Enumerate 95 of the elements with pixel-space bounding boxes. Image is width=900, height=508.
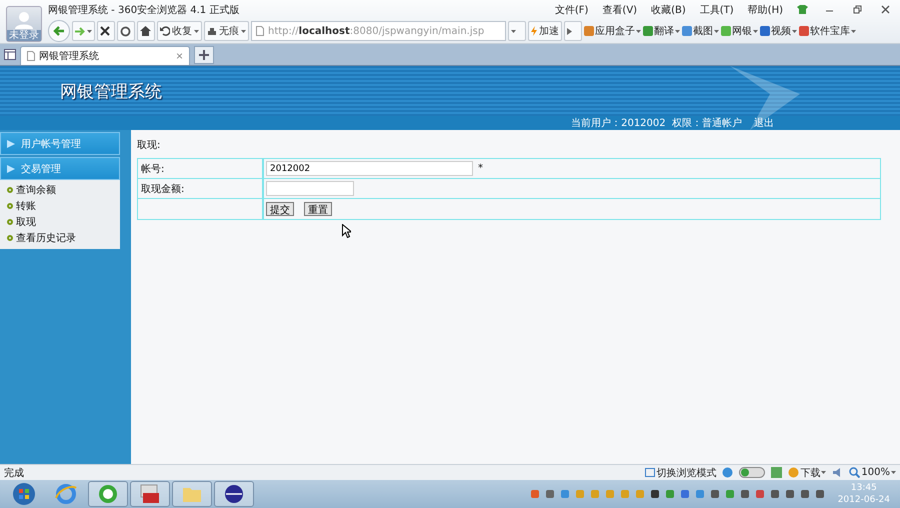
play-icon xyxy=(567,28,572,34)
tab-close-button[interactable]: × xyxy=(176,49,183,63)
back-button[interactable] xyxy=(48,20,70,42)
tray-icon[interactable] xyxy=(650,489,660,499)
submenu-item[interactable]: 取现 xyxy=(0,214,120,230)
sphere-icon xyxy=(223,483,245,505)
zoom-button[interactable]: 100% xyxy=(849,467,896,478)
input-field[interactable] xyxy=(266,181,354,196)
user-info: 当前用户：2012002 权限：普通帐户 xyxy=(571,116,742,130)
app-title: 网银管理系统 xyxy=(60,80,162,102)
sidebar-toggle-icon[interactable] xyxy=(4,49,16,60)
reset-button[interactable]: 重置 xyxy=(304,202,332,216)
toolbar-item[interactable]: 翻译 xyxy=(643,24,680,38)
tray-icon[interactable] xyxy=(544,489,555,499)
browse-mode-button[interactable]: 切换浏览模式 xyxy=(645,466,716,480)
window-title: 网银管理系统 - 360安全浏览器 4.1 正式版 xyxy=(48,4,240,16)
dropdown-button[interactable] xyxy=(508,21,526,41)
page-heading: 取现: xyxy=(137,139,162,153)
accelerate-button[interactable]: 加速 xyxy=(528,21,562,41)
plus-icon xyxy=(199,50,209,60)
stamp-icon xyxy=(207,26,217,36)
submenu-item[interactable]: 查询余额 xyxy=(0,182,120,198)
tray-icon[interactable] xyxy=(814,489,825,499)
private-mode-button[interactable]: 无痕 xyxy=(204,21,249,41)
caret-icon xyxy=(636,30,641,32)
status-text: 完成 xyxy=(4,466,24,480)
logout-link[interactable]: 退出 xyxy=(754,116,774,130)
page-icon xyxy=(27,51,35,61)
taskbar-app[interactable] xyxy=(130,481,170,507)
toolbar-item[interactable]: 视频 xyxy=(760,24,797,38)
arrow-graphic xyxy=(730,66,800,130)
login-label: 未登录 xyxy=(7,30,41,41)
go-button[interactable] xyxy=(564,21,582,41)
caret-icon xyxy=(821,471,826,474)
caret-icon xyxy=(675,30,680,32)
tray-icon[interactable] xyxy=(784,489,795,499)
toolbar-item[interactable]: 截图 xyxy=(682,24,719,38)
caret-icon xyxy=(753,30,758,32)
page-icon xyxy=(256,26,264,36)
field-label: 帐号: xyxy=(138,159,264,178)
tray-icon[interactable] xyxy=(770,489,780,499)
home-icon xyxy=(140,26,151,36)
toolbar-item[interactable]: 应用盒子 xyxy=(584,24,641,38)
restore-icon xyxy=(852,4,862,14)
submit-button[interactable]: 提交 xyxy=(266,202,294,216)
toolbar-item[interactable]: 软件宝库 xyxy=(799,24,856,38)
field-label: 取现金额: xyxy=(138,179,264,198)
caret-icon xyxy=(87,30,92,32)
submenu-item[interactable]: 转账 xyxy=(0,198,120,214)
restore-tabs-button[interactable]: 收复 xyxy=(157,21,202,41)
home-button[interactable] xyxy=(137,21,155,41)
address-field[interactable]: http://localhost:8080/jspwangyin/main.jsp xyxy=(251,21,506,41)
tray-icon[interactable] xyxy=(740,489,750,499)
caret-icon xyxy=(851,30,856,32)
undo-icon xyxy=(160,26,170,36)
caret-icon xyxy=(792,30,797,32)
caret-icon xyxy=(194,30,199,32)
caret-icon xyxy=(241,30,246,32)
menu-item[interactable]: 查看(V) xyxy=(602,2,638,16)
toolbar-item[interactable]: 网银 xyxy=(721,24,758,38)
download-button[interactable]: 下载 xyxy=(788,466,826,480)
back-arrow-icon xyxy=(53,26,65,36)
browser-e-icon xyxy=(55,483,77,505)
menu-item[interactable]: 收藏(B) xyxy=(651,2,686,16)
submenu-item[interactable]: 查看历史记录 xyxy=(0,230,120,246)
tray-icon[interactable] xyxy=(800,489,810,499)
magnifier-icon xyxy=(849,467,860,478)
input-field[interactable]: 2012002 xyxy=(266,161,473,176)
new-tab-button[interactable] xyxy=(194,46,214,64)
forward-arrow-icon xyxy=(75,26,85,36)
triangle-icon xyxy=(7,140,15,148)
menu-item[interactable]: 工具(T) xyxy=(700,2,734,16)
browser-tab[interactable]: 网银管理系统 × xyxy=(20,46,190,65)
stop-icon xyxy=(100,26,110,36)
caret-icon xyxy=(714,30,719,32)
menu-item[interactable]: 文件(F) xyxy=(554,2,588,16)
toggle-icon[interactable] xyxy=(739,467,766,478)
mouse-cursor-icon xyxy=(342,224,351,238)
caret-icon xyxy=(891,471,896,474)
triangle-icon xyxy=(7,164,15,172)
lightning-icon xyxy=(531,26,537,36)
caret-icon xyxy=(511,30,516,32)
ring-icon xyxy=(97,483,119,505)
refresh-icon xyxy=(120,26,131,36)
menu-item[interactable]: 帮助(H) xyxy=(748,2,783,16)
shirt-icon[interactable] xyxy=(797,5,808,14)
required-mark: * xyxy=(478,163,483,174)
tray-icon[interactable] xyxy=(710,489,720,499)
stop-button[interactable] xyxy=(97,21,115,41)
close-icon xyxy=(880,4,890,14)
refresh-button[interactable] xyxy=(117,21,135,41)
person-icon xyxy=(14,11,34,29)
taskbar-app[interactable] xyxy=(214,481,254,507)
windows-logo xyxy=(12,482,36,506)
window-icon xyxy=(645,468,656,477)
